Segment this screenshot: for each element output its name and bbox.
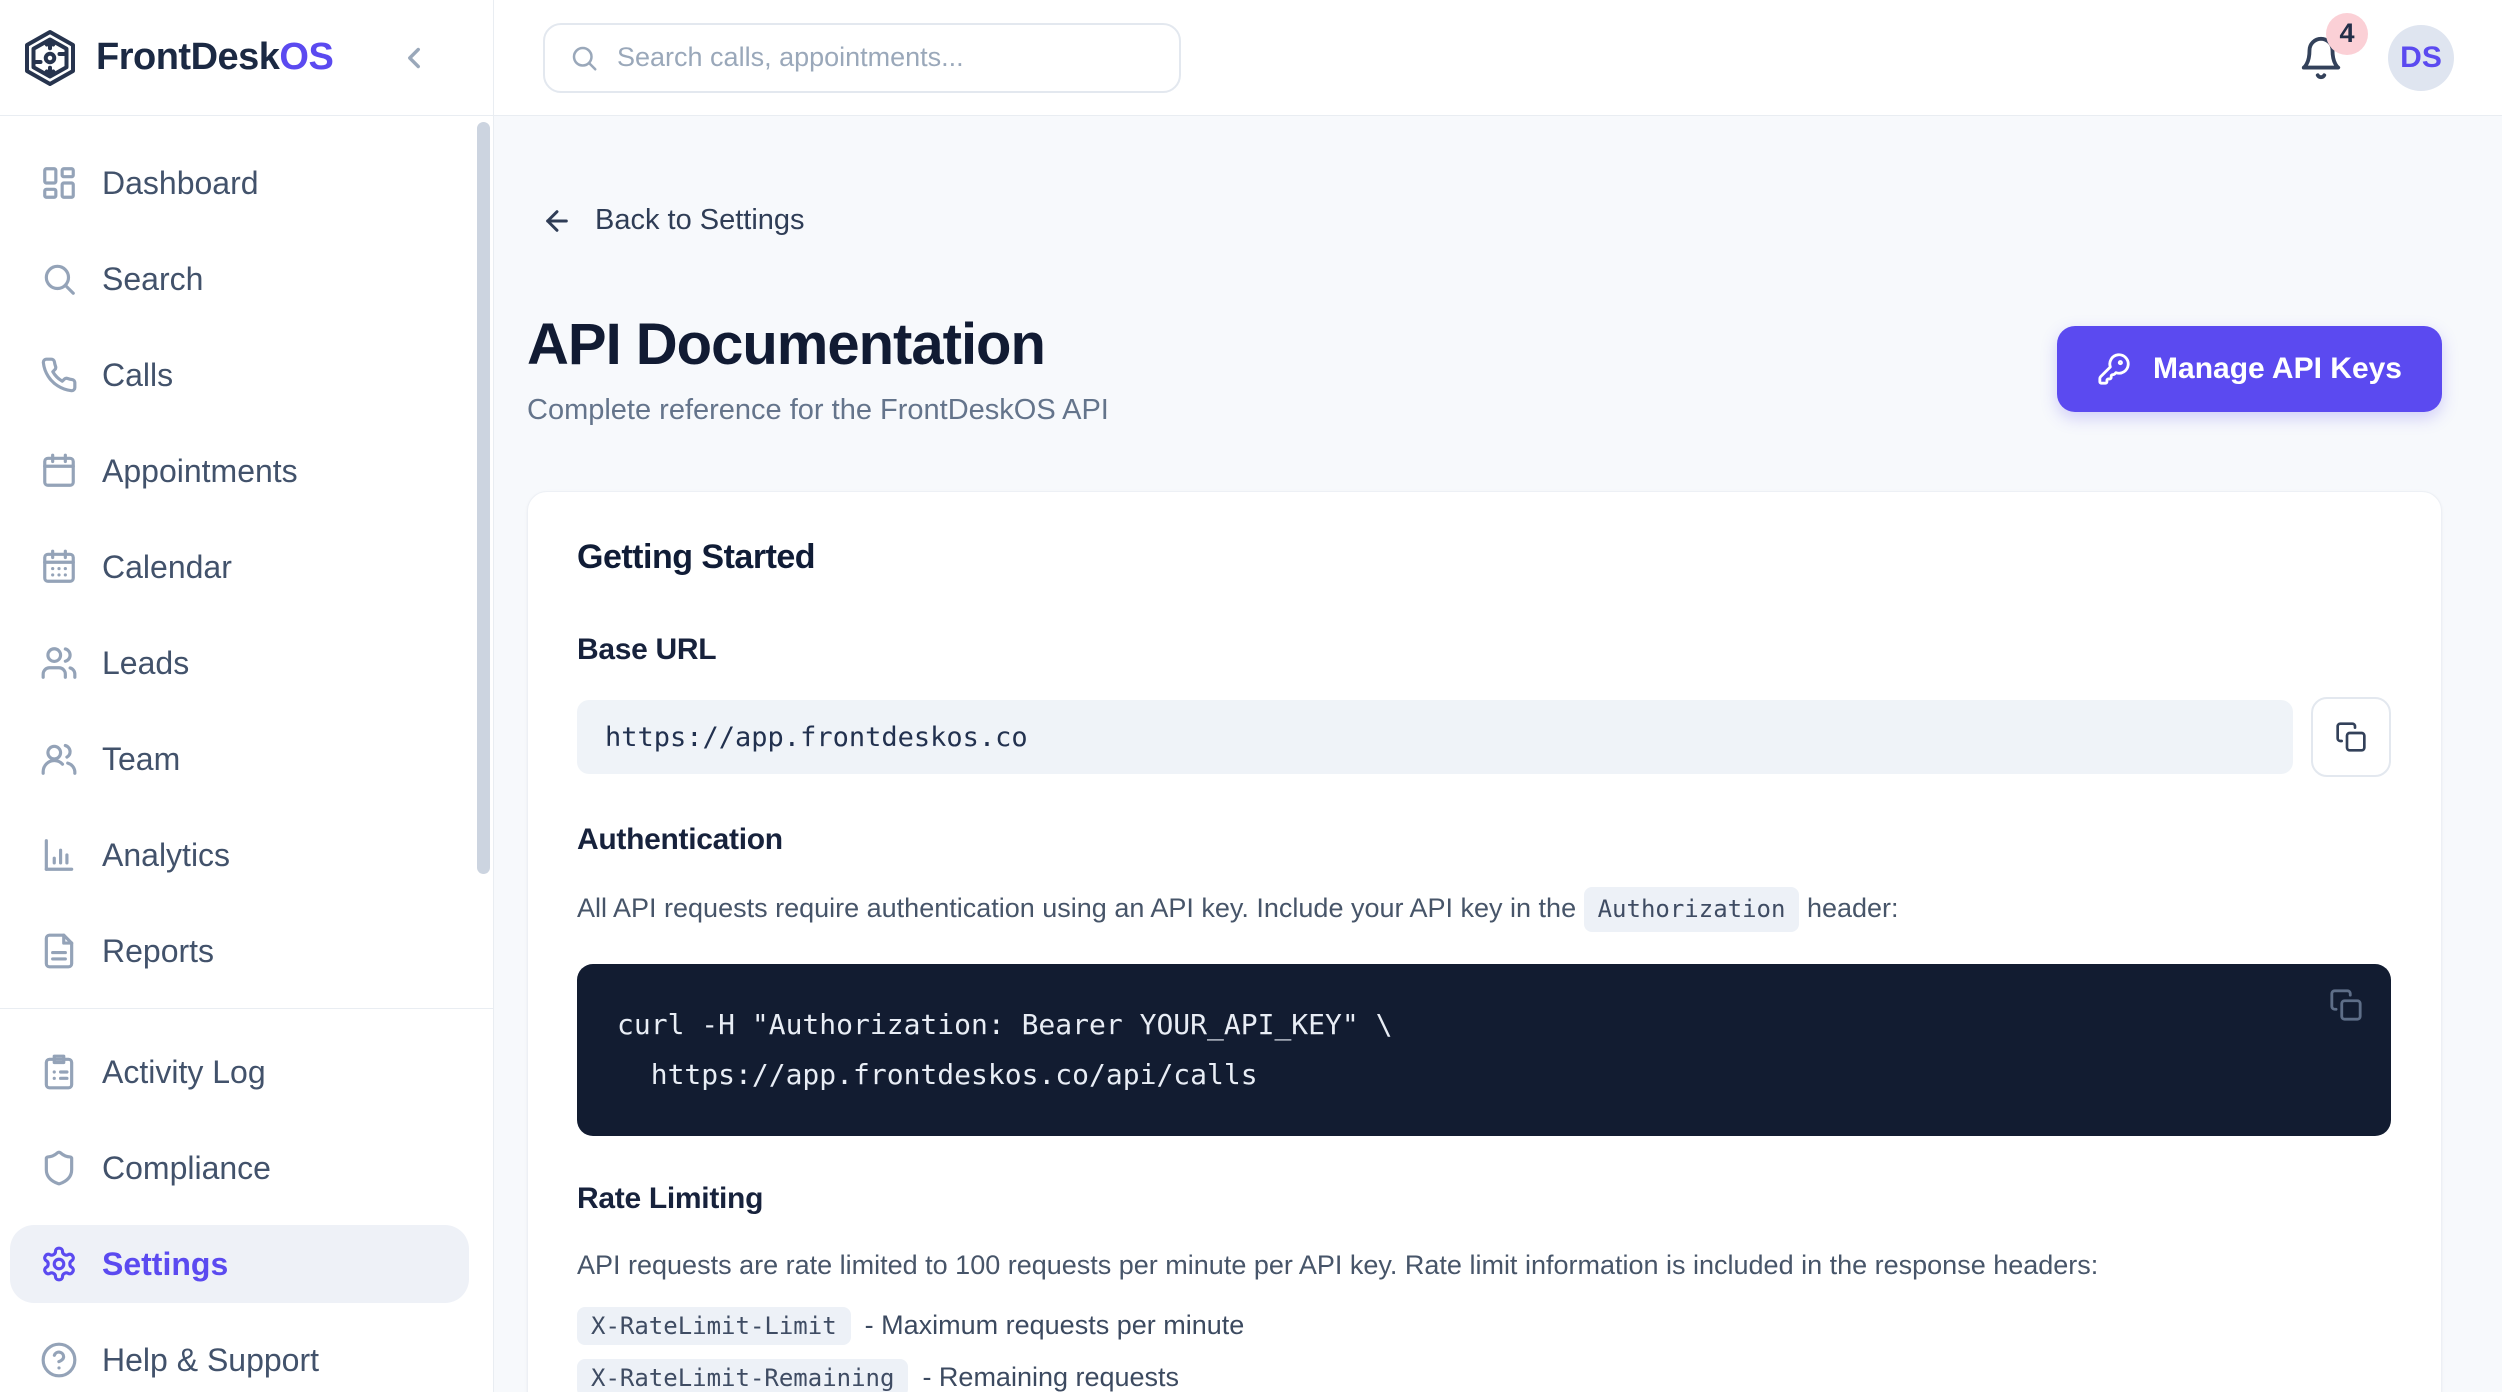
sidebar-item-label: Reports	[102, 933, 214, 970]
rate-limiting-text: API requests are rate limited to 100 req…	[577, 1246, 2391, 1285]
page-title: API Documentation	[527, 311, 1109, 378]
dashboard-icon	[40, 164, 78, 202]
sidebar-nav: Dashboard Search Calls Appointments Cale…	[0, 116, 493, 1392]
sidebar-item-label: Dashboard	[102, 165, 259, 202]
code-line: https://app.frontdeskos.co/api/calls	[617, 1050, 2271, 1100]
page-title-block: API Documentation Complete reference for…	[527, 311, 1109, 427]
sidebar-item-label: Leads	[102, 645, 189, 682]
sidebar-item-analytics[interactable]: Analytics	[10, 816, 469, 894]
authentication-heading: Authentication	[577, 823, 2391, 857]
page-header: API Documentation Complete reference for…	[527, 311, 2442, 427]
gear-icon	[40, 1245, 78, 1283]
phone-icon	[40, 356, 78, 394]
shield-icon	[40, 1149, 78, 1187]
brand-name-primary: FrontDesk	[96, 36, 279, 78]
rate-limiting-section: Rate Limiting API requests are rate limi…	[577, 1182, 2391, 1392]
code-line: curl -H "Authorization: Bearer YOUR_API_…	[617, 1000, 2271, 1050]
auth-text-after: header:	[1807, 893, 1899, 923]
topbar: 4 DS	[494, 0, 2502, 116]
manage-api-keys-button[interactable]: Manage API Keys	[2057, 326, 2442, 412]
notifications-button[interactable]: 4	[2298, 35, 2344, 81]
sidebar-scrollbar[interactable]	[477, 122, 490, 874]
back-link-label: Back to Settings	[595, 204, 805, 237]
base-url-heading: Base URL	[577, 633, 2391, 667]
key-icon	[2097, 352, 2131, 386]
bar-chart-icon	[40, 836, 78, 874]
sidebar-item-team[interactable]: Team	[10, 720, 469, 798]
manage-api-keys-label: Manage API Keys	[2153, 352, 2402, 386]
global-search[interactable]	[543, 23, 1181, 93]
list-item: X-RateLimit-Limit - Maximum requests per…	[577, 1307, 2391, 1345]
sidebar-item-label: Calendar	[102, 549, 232, 586]
page-subtitle: Complete reference for the FrontDeskOS A…	[527, 394, 1109, 427]
search-icon	[569, 43, 599, 73]
main-content: Back to Settings API Documentation Compl…	[494, 116, 2502, 1392]
calendar-days-icon	[40, 548, 78, 586]
calendar-icon	[40, 452, 78, 490]
curl-code-block: curl -H "Authorization: Bearer YOUR_API_…	[577, 964, 2391, 1136]
rate-limit-header-code: X-RateLimit-Limit	[577, 1307, 851, 1345]
search-icon	[40, 260, 78, 298]
sidebar-item-label: Team	[102, 741, 180, 778]
auth-text-before: All API requests require authentication …	[577, 893, 1576, 923]
authentication-section: Authentication All API requests require …	[577, 823, 2391, 1136]
sidebar-item-label: Appointments	[102, 453, 298, 490]
sidebar-item-dashboard[interactable]: Dashboard	[10, 144, 469, 222]
sidebar-divider	[0, 1008, 493, 1009]
sidebar-item-label: Settings	[102, 1246, 228, 1283]
help-circle-icon	[40, 1341, 78, 1379]
sidebar-item-label: Activity Log	[102, 1054, 266, 1091]
rate-limiting-heading: Rate Limiting	[577, 1182, 2391, 1216]
rate-limit-headers-list: X-RateLimit-Limit - Maximum requests per…	[577, 1307, 2391, 1392]
api-doc-card: Getting Started Base URL https://app.fro…	[527, 491, 2442, 1392]
users-icon	[40, 644, 78, 682]
clipboard-list-icon	[40, 1053, 78, 1091]
search-input[interactable]	[617, 42, 1155, 73]
copy-code-button[interactable]	[2329, 988, 2363, 1022]
brand-name-accent: OS	[279, 36, 333, 78]
arrow-left-icon	[541, 205, 573, 237]
sidebar-item-search[interactable]: Search	[10, 240, 469, 318]
brand-name: FrontDeskOS	[96, 36, 333, 79]
sidebar-item-calendar[interactable]: Calendar	[10, 528, 469, 606]
list-item: X-RateLimit-Remaining - Remaining reques…	[577, 1359, 2391, 1392]
team-icon	[40, 740, 78, 778]
file-text-icon	[40, 932, 78, 970]
authentication-text: All API requests require authentication …	[577, 887, 2391, 932]
topbar-right: 4 DS	[2298, 25, 2454, 91]
rate-limit-header-description: - Remaining requests	[922, 1362, 1179, 1392]
base-url-value: https://app.frontdeskos.co	[577, 700, 2293, 774]
sidebar-item-leads[interactable]: Leads	[10, 624, 469, 702]
sidebar-item-help-support[interactable]: Help & Support	[10, 1321, 469, 1392]
brand-logo-icon	[20, 28, 80, 88]
authorization-inline-code: Authorization	[1584, 887, 1800, 932]
sidebar: FrontDeskOS Dashboard Search Calls	[0, 0, 494, 1392]
sidebar-item-compliance[interactable]: Compliance	[10, 1129, 469, 1207]
sidebar-collapse-chevron-icon[interactable]	[397, 41, 431, 75]
copy-base-url-button[interactable]	[2311, 697, 2391, 777]
getting-started-heading: Getting Started	[577, 538, 2391, 577]
sidebar-item-label: Analytics	[102, 837, 230, 874]
notification-count-badge: 4	[2326, 13, 2368, 55]
sidebar-item-label: Compliance	[102, 1150, 271, 1187]
copy-icon	[2335, 721, 2367, 753]
sidebar-header: FrontDeskOS	[0, 0, 493, 116]
sidebar-item-label: Calls	[102, 357, 173, 394]
sidebar-item-settings[interactable]: Settings	[10, 1225, 469, 1303]
sidebar-item-reports[interactable]: Reports	[10, 912, 469, 990]
sidebar-item-calls[interactable]: Calls	[10, 336, 469, 414]
rate-limit-header-code: X-RateLimit-Remaining	[577, 1359, 908, 1392]
sidebar-item-appointments[interactable]: Appointments	[10, 432, 469, 510]
back-to-settings-link[interactable]: Back to Settings	[541, 204, 805, 237]
sidebar-item-activity-log[interactable]: Activity Log	[10, 1033, 469, 1111]
rate-limit-header-description: - Maximum requests per minute	[865, 1310, 1245, 1341]
copy-icon	[2329, 988, 2363, 1022]
user-avatar[interactable]: DS	[2388, 25, 2454, 91]
base-url-row: https://app.frontdeskos.co	[577, 697, 2391, 777]
sidebar-item-label: Help & Support	[102, 1342, 319, 1379]
sidebar-item-label: Search	[102, 261, 203, 298]
